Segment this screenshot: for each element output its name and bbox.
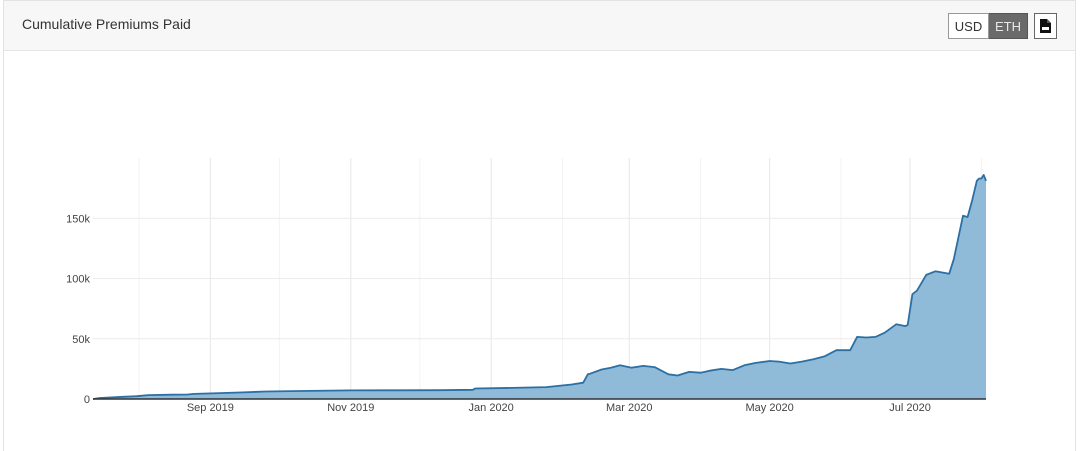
x-tick-label: Sep 2019 [187, 402, 234, 414]
x-tick-label: Nov 2019 [327, 402, 374, 414]
x-axis-ticks: Sep 2019 Nov 2019 Jan 2020 Mar 2020 May 2020… [187, 402, 931, 414]
x-tick-label: Mar 2020 [606, 402, 652, 414]
y-axis-ticks: 0 50k 100k 150k [66, 213, 90, 406]
y-tick-label: 0 [84, 394, 90, 406]
y-tick-label: 150k [66, 213, 90, 225]
y-tick-label: 100k [66, 274, 90, 286]
series-area [93, 174, 986, 399]
x-tick-label: Jul 2020 [889, 402, 931, 414]
y-tick-label: 50k [72, 334, 90, 346]
chart-plot: 0 50k 100k 150k Sep 2019 Nov 2019 Jan 2020 Mar… [66, 158, 987, 414]
x-tick-label: Jan 2020 [469, 402, 514, 414]
x-tick-label: May 2020 [745, 402, 793, 414]
